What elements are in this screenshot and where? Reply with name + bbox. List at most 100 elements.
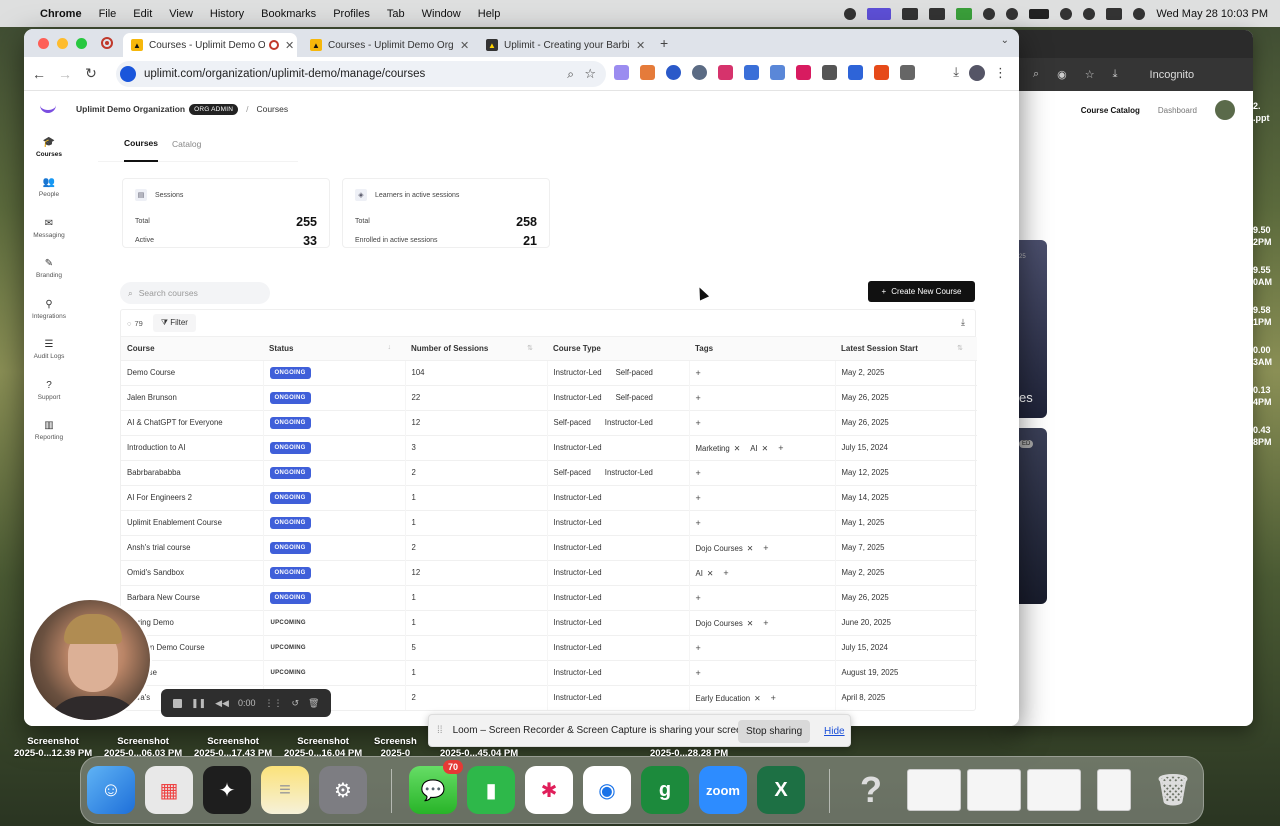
- zoom-icon[interactable]: zoom: [699, 766, 747, 814]
- bg-eye-icon[interactable]: ◉: [1057, 68, 1067, 81]
- metamask-icon[interactable]: [640, 65, 655, 80]
- stop-sharing-button[interactable]: Stop sharing: [738, 720, 811, 743]
- pause-icon[interactable]: ❚❚: [191, 698, 206, 709]
- drawing-icon[interactable]: ⋮⋮: [264, 698, 282, 709]
- sort-icon[interactable]: ↓: [388, 344, 392, 351]
- finder-icon[interactable]: ☺: [87, 766, 135, 814]
- add-tag-icon[interactable]: +: [696, 593, 701, 603]
- numbers-icon[interactable]: ▮: [467, 766, 515, 814]
- battery-icon[interactable]: [1029, 8, 1050, 19]
- wifi-icon[interactable]: [1060, 7, 1073, 20]
- background-browser-window[interactable]: ⌕ ◉ ☆ ⤓ Incognito Course Catalog Dashboa…: [1005, 30, 1253, 726]
- table-row[interactable]: Introduction to AI ONGOING 3 Instructor-Led…: [121, 434, 977, 460]
- bg-nav-dashboard[interactable]: Dashboard: [1158, 106, 1197, 115]
- add-tag-icon[interactable]: +: [696, 493, 701, 503]
- add-tag-icon[interactable]: +: [771, 693, 776, 703]
- zoom-lens-icon[interactable]: ⌕: [567, 67, 574, 82]
- table-row[interactable]: Barbara New Course ONGOING 1 Instructor-Led…: [121, 584, 977, 610]
- bg-nav-course-catalog[interactable]: Course Catalog: [1081, 106, 1140, 115]
- remove-tag-icon[interactable]: ✕: [707, 569, 714, 578]
- add-tag-icon[interactable]: +: [696, 668, 701, 678]
- search-input[interactable]: ⌕ Search courses: [120, 282, 270, 304]
- sidebar-item-reporting[interactable]: ▥ Reporting: [24, 411, 74, 452]
- new-tab-icon[interactable]: +: [660, 35, 668, 51]
- course-name-cell[interactable]: AI For Engineers 2: [121, 484, 263, 510]
- filter-button[interactable]: ⧩ Filter: [152, 314, 196, 332]
- system-settings-icon[interactable]: ⚙: [319, 766, 367, 814]
- add-tag-icon[interactable]: +: [696, 643, 701, 653]
- course-name-cell[interactable]: Omid's Sandbox: [121, 559, 263, 585]
- table-row[interactable]: ...cation Demo Course UPCOMING 5 Instructor…: [121, 634, 977, 660]
- menu-help[interactable]: Help: [478, 8, 501, 20]
- reload-icon[interactable]: ↻: [78, 65, 104, 82]
- notes-icon[interactable]: ≡: [261, 766, 309, 814]
- table-row[interactable]: AI & ChatGPT for Everyone ONGOING 12 Self-p…: [121, 409, 977, 435]
- add-tag-icon[interactable]: +: [778, 443, 783, 453]
- table-row[interactable]: ...courseUPCOMING1Instructor-Led+August …: [121, 659, 977, 685]
- extension-icon[interactable]: [666, 65, 681, 80]
- restart-icon[interactable]: ↺: [291, 698, 299, 709]
- menu-app-name[interactable]: Chrome: [40, 8, 82, 20]
- chrome-icon[interactable]: ◉: [583, 766, 631, 814]
- desktop-file[interactable]: Screenshot 2025-0...12.39 PM: [14, 736, 92, 760]
- spotlight-search-icon[interactable]: [1083, 7, 1096, 20]
- extension-icon[interactable]: [874, 65, 889, 80]
- add-tag-icon[interactable]: +: [696, 518, 701, 528]
- menu-window[interactable]: Window: [422, 8, 461, 20]
- extension-icon[interactable]: [614, 65, 629, 80]
- minimize-window-button[interactable]: [57, 38, 68, 49]
- tab-close-icon[interactable]: ✕: [636, 39, 645, 52]
- table-row[interactable]: AI For Engineers 2 ONGOING 1 Instructor-Led…: [121, 484, 977, 510]
- site-info-icon[interactable]: [120, 66, 136, 82]
- trash-icon[interactable]: 🗑: [1149, 766, 1197, 814]
- address-bar[interactable]: uplimit.com/organization/uplimit-demo/ma…: [116, 61, 606, 87]
- grammarly-app-icon[interactable]: g: [641, 766, 689, 814]
- extension-icon[interactable]: [770, 65, 785, 80]
- sidebar-item-audit-logs[interactable]: ☰ Audit Logs: [24, 330, 74, 371]
- sidebar-item-messaging[interactable]: ✉ Messaging: [24, 208, 74, 249]
- menu-view[interactable]: View: [169, 8, 193, 20]
- forward-arrow-icon[interactable]: →: [52, 66, 78, 82]
- bg-zoom-icon[interactable]: ⌕: [1033, 68, 1039, 81]
- rewind-icon[interactable]: ◀◀: [215, 698, 229, 709]
- add-tag-icon[interactable]: +: [763, 618, 768, 628]
- add-tag-icon[interactable]: +: [696, 393, 701, 403]
- menubar-clock[interactable]: Wed May 28 10:03 PM: [1156, 8, 1268, 20]
- menu-profiles[interactable]: Profiles: [333, 8, 370, 20]
- tab-courses[interactable]: Courses: [124, 127, 159, 162]
- table-row[interactable]: Babrbarababba ONGOING 2 Self-paced Instructo…: [121, 459, 977, 485]
- bg-course-card[interactable]: ED: [1019, 428, 1047, 604]
- extension-icon[interactable]: [692, 65, 707, 80]
- back-arrow-icon[interactable]: ←: [26, 66, 52, 82]
- extension-icon[interactable]: [822, 65, 837, 80]
- add-tag-icon[interactable]: +: [696, 368, 701, 378]
- sort-icon[interactable]: ⇅: [957, 344, 963, 352]
- column-header-latest-start[interactable]: Latest Session Start ⇅: [835, 337, 977, 360]
- delete-icon[interactable]: 🗑: [308, 698, 319, 709]
- bookmark-star-icon[interactable]: ☆: [584, 66, 596, 82]
- add-tag-icon[interactable]: +: [723, 568, 728, 578]
- control-center-icon[interactable]: [1106, 7, 1123, 20]
- tab-close-icon[interactable]: ✕: [460, 39, 469, 52]
- help-question-icon[interactable]: ?: [847, 766, 895, 814]
- excel-icon[interactable]: X: [757, 766, 805, 814]
- remove-tag-icon[interactable]: ✕: [762, 444, 769, 453]
- table-row[interactable]: ...oring Demo UPCOMING 1 Instructor-Led Dojo…: [121, 609, 977, 635]
- hide-sharing-bar-link[interactable]: Hide: [824, 726, 845, 737]
- browser-tab[interactable]: ▲ Courses - Uplimit Demo Orga ✕: [302, 33, 472, 57]
- stop-recording-icon[interactable]: [173, 698, 182, 708]
- column-header-course[interactable]: Course: [121, 337, 263, 360]
- remove-tag-icon[interactable]: ✕: [734, 444, 741, 453]
- course-name-cell[interactable]: Ansh's trial course: [121, 534, 263, 560]
- table-row[interactable]: Uplimit Enablement Course ONGOING 1 Instruc…: [121, 509, 977, 535]
- grammarly-icon[interactable]: [929, 7, 946, 20]
- sidebar-item-support[interactable]: ? Support: [24, 370, 74, 411]
- focus-moon-icon[interactable]: [1006, 7, 1019, 20]
- download-csv-icon[interactable]: ⤓: [961, 317, 965, 328]
- tab-search-chevron-icon[interactable]: ⌄: [1001, 35, 1009, 46]
- bg-course-card[interactable]: 25 es: [1019, 240, 1047, 418]
- zoom-window-button[interactable]: [76, 38, 87, 49]
- org-name[interactable]: Uplimit Demo Organization: [76, 104, 185, 114]
- column-header-sessions[interactable]: Number of Sessions ⇅: [405, 337, 547, 360]
- table-row[interactable]: Ansh's trial course ONGOING 2 Instructor-Le…: [121, 534, 977, 560]
